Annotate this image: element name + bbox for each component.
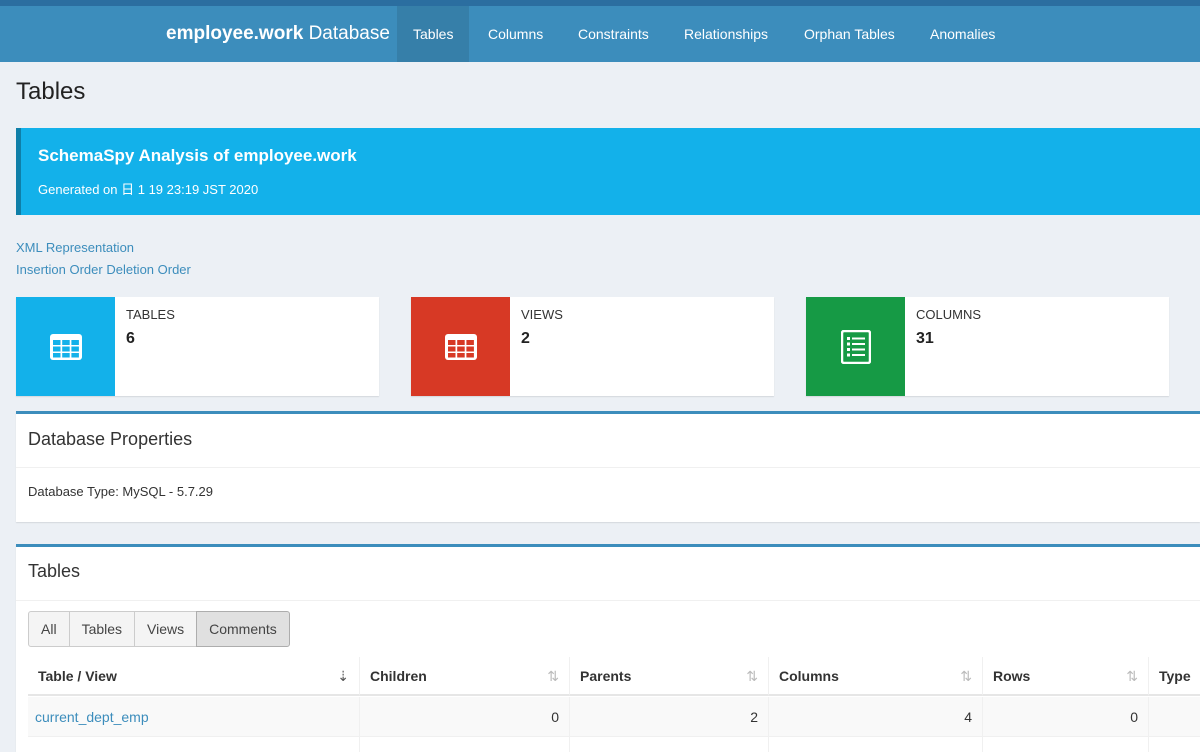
column-header-parents[interactable]: Parents ⇅ bbox=[570, 657, 769, 696]
parents-cell: 0 bbox=[570, 737, 769, 752]
sort-icon: ⇅ bbox=[547, 668, 559, 684]
nav-tab-relationships[interactable]: Relationships bbox=[668, 6, 784, 62]
column-header-label: Children bbox=[370, 668, 427, 684]
table-name-link[interactable]: departments bbox=[28, 737, 360, 752]
children-cell: 1 bbox=[360, 737, 570, 752]
table-row: current_dept_emp 0 2 4 0 bbox=[28, 697, 1200, 737]
columns-cell: 4 bbox=[769, 697, 983, 737]
callout-title: SchemaSpy Analysis of employee.work bbox=[38, 146, 357, 165]
column-header-children[interactable]: Children ⇅ bbox=[360, 657, 570, 696]
sort-icon: ⇅ bbox=[960, 668, 972, 684]
column-header-label: Table / View bbox=[38, 668, 117, 684]
list-icon bbox=[806, 297, 905, 396]
insertion-order-link[interactable]: Insertion Order bbox=[16, 262, 103, 277]
page-title: Tables bbox=[16, 78, 86, 105]
callout-subtitle: Generated on 日 1 19 23:19 JST 2020 bbox=[38, 182, 259, 197]
rows-cell: 9 bbox=[983, 737, 1149, 752]
top-navbar: employee.work Database Tables Columns Co… bbox=[0, 0, 1200, 62]
nav-tab-orphan-tables[interactable]: Orphan Tables bbox=[788, 6, 911, 62]
column-header-type[interactable]: Type bbox=[1149, 657, 1200, 696]
tables-box-heading: Tables bbox=[28, 561, 81, 581]
brand-db-name: employee.work bbox=[166, 23, 304, 44]
deletion-order-link[interactable]: Deletion Order bbox=[106, 262, 191, 277]
sort-asc-icon: ⇣ bbox=[337, 668, 349, 684]
brand-suffix: Database bbox=[308, 23, 390, 44]
column-header-rows[interactable]: Rows ⇅ bbox=[983, 657, 1149, 696]
table-icon bbox=[411, 297, 510, 396]
children-cell: 0 bbox=[360, 697, 570, 737]
views-count-value: 2 bbox=[521, 330, 530, 347]
filter-comments-button[interactable]: Comments bbox=[196, 611, 290, 647]
type-cell bbox=[1149, 737, 1200, 752]
nav-tab-tables[interactable]: Tables bbox=[397, 6, 470, 62]
type-cell bbox=[1149, 697, 1200, 737]
divider bbox=[16, 600, 1200, 601]
table-icon bbox=[16, 297, 115, 396]
filter-all-button[interactable]: All bbox=[28, 611, 70, 647]
filter-views-button[interactable]: Views bbox=[134, 611, 198, 647]
tables-count-box: TABLES 6 bbox=[16, 297, 379, 396]
views-count-box: VIEWS 2 bbox=[411, 297, 774, 396]
column-header-columns[interactable]: Columns ⇅ bbox=[769, 657, 983, 696]
parents-cell: 2 bbox=[570, 697, 769, 737]
columns-count-value: 31 bbox=[916, 330, 934, 347]
table-row: departments 1 0 2 9 bbox=[28, 737, 1200, 752]
sort-icon: ⇅ bbox=[746, 668, 758, 684]
database-properties-box: Database Properties Database Type: MySQL… bbox=[16, 411, 1200, 522]
column-header-label: Parents bbox=[580, 668, 632, 684]
analysis-callout: SchemaSpy Analysis of employee.work Gene… bbox=[16, 128, 1200, 215]
columns-count-label: COLUMNS bbox=[916, 307, 982, 322]
columns-count-box: COLUMNS 31 bbox=[806, 297, 1169, 396]
columns-cell: 2 bbox=[769, 737, 983, 752]
column-header-table-view[interactable]: Table / View ⇣ bbox=[28, 657, 360, 696]
tables-count-value: 6 bbox=[126, 330, 135, 347]
sort-icon: ⇅ bbox=[1126, 668, 1138, 684]
rows-cell: 0 bbox=[983, 697, 1149, 737]
views-count-label: VIEWS bbox=[521, 307, 563, 322]
nav-tab-constraints[interactable]: Constraints bbox=[562, 6, 665, 62]
database-type-text: Database Type: MySQL - 5.7.29 bbox=[28, 484, 213, 499]
divider bbox=[16, 467, 1200, 468]
brand-title[interactable]: employee.work Database bbox=[166, 23, 390, 45]
order-links: Insertion Order Deletion Order bbox=[16, 262, 191, 277]
column-header-label: Type bbox=[1159, 668, 1191, 684]
filter-tables-button[interactable]: Tables bbox=[68, 611, 136, 647]
column-header-label: Columns bbox=[779, 668, 839, 684]
nav-tab-anomalies[interactable]: Anomalies bbox=[914, 6, 1011, 62]
xml-representation-link[interactable]: XML Representation bbox=[16, 240, 134, 255]
database-properties-heading: Database Properties bbox=[28, 429, 193, 449]
table-name-link[interactable]: current_dept_emp bbox=[28, 697, 360, 737]
tables-count-label: TABLES bbox=[126, 307, 175, 322]
column-header-label: Rows bbox=[993, 668, 1031, 684]
table-filter-group: All Tables Views Comments bbox=[28, 611, 290, 647]
nav-tab-columns[interactable]: Columns bbox=[472, 6, 559, 62]
